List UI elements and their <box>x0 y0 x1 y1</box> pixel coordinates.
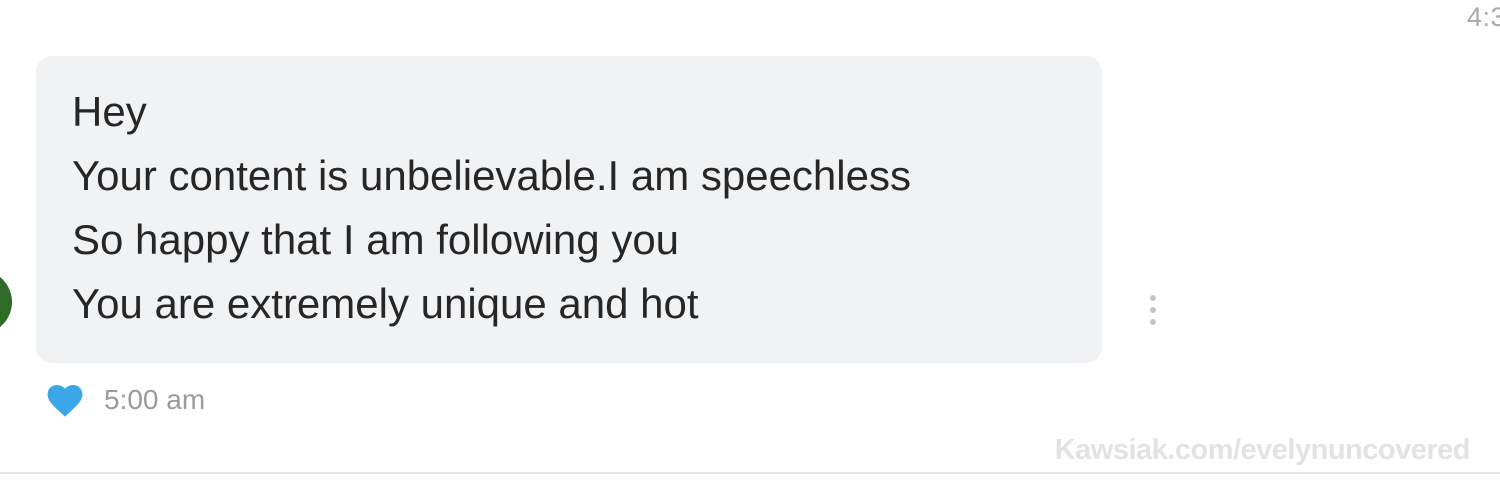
message-meta: 5:00 am <box>46 380 205 420</box>
divider <box>0 472 1500 474</box>
message-line: Your content is unbelievable.I am speech… <box>72 152 911 199</box>
message-line: Hey <box>72 88 147 135</box>
message-timestamp: 5:00 am <box>104 384 206 415</box>
message-line: You are extremely unique and hot <box>72 280 699 327</box>
watermark: Kawsiak.com/evelynuncovered <box>1054 434 1471 466</box>
chat-view: 4:3 Hey Your content is unbelievable.I a… <box>0 0 1500 500</box>
more-vertical-icon[interactable] <box>1143 292 1163 328</box>
heart-icon[interactable] <box>46 382 84 418</box>
message-bubble[interactable]: Hey Your content is unbelievable.I am sp… <box>36 56 1102 363</box>
message-line: So happy that I am following you <box>72 216 680 263</box>
avatar[interactable] <box>0 270 12 334</box>
previous-message-time: 4:3 <box>1466 2 1500 32</box>
